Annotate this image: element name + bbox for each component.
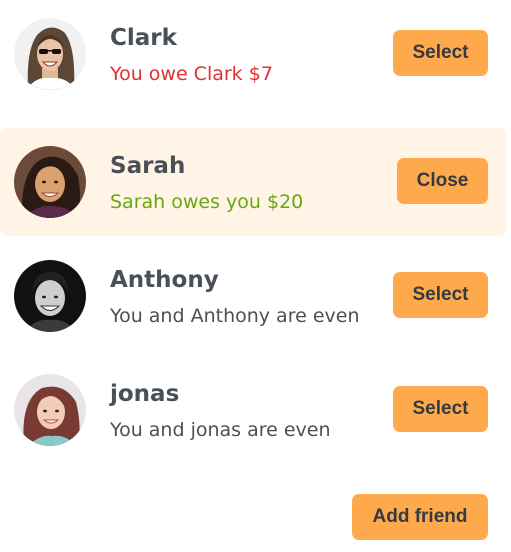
friend-balance-status: You and jonas are even bbox=[110, 419, 331, 441]
avatar-anthony bbox=[14, 260, 86, 332]
friend-row-anthony: Anthony You and Anthony are even Select bbox=[0, 242, 506, 350]
avatar-sarah bbox=[14, 146, 86, 218]
friend-row-clark: Clark You owe Clark $7 Select bbox=[0, 0, 506, 108]
friend-row-sarah: Sarah Sarah owes you $20 Close bbox=[0, 128, 506, 236]
add-friend-button[interactable]: Add friend bbox=[352, 494, 488, 540]
select-button[interactable]: Select bbox=[393, 386, 488, 432]
avatar-jonas bbox=[14, 374, 86, 446]
friend-name: Clark bbox=[110, 25, 177, 51]
select-button[interactable]: Select bbox=[393, 272, 488, 318]
friend-name: Anthony bbox=[110, 267, 219, 293]
friend-row-jonas: jonas You and jonas are even Select bbox=[0, 356, 506, 464]
friend-name: jonas bbox=[110, 381, 180, 407]
friend-name: Sarah bbox=[110, 153, 186, 179]
close-button[interactable]: Close bbox=[397, 158, 488, 204]
friends-list: Clark You owe Clark $7 Select Sarah Sara… bbox=[0, 0, 511, 552]
select-button[interactable]: Select bbox=[393, 30, 488, 76]
avatar-clark bbox=[14, 18, 86, 90]
friend-balance-status: You and Anthony are even bbox=[110, 305, 360, 327]
friend-balance-status: Sarah owes you $20 bbox=[110, 191, 304, 213]
friend-balance-status: You owe Clark $7 bbox=[110, 63, 273, 85]
